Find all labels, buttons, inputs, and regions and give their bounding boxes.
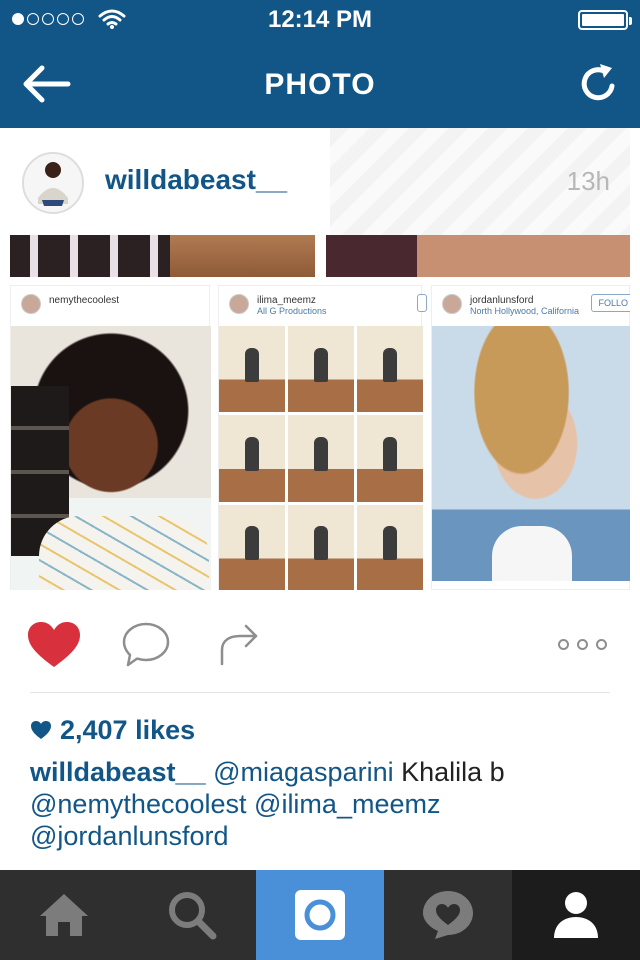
collage-panel-header: jordanlunsford North Hollywood, Californ… <box>432 286 630 326</box>
collage-subtitle: North Hollywood, California <box>470 306 580 316</box>
more-dot-icon <box>577 638 588 650</box>
dance-grid-image <box>219 326 423 590</box>
share-arrow-icon <box>220 624 258 666</box>
post-timestamp: 13h <box>566 166 610 196</box>
mini-avatar <box>442 294 462 314</box>
post-username[interactable]: willdabeast__ <box>105 164 287 196</box>
mini-avatar <box>21 294 41 314</box>
photo-screen: 12:14 PM PHOTO willdabeast__ 13h nemythe… <box>0 0 640 960</box>
tab-search[interactable] <box>128 870 256 960</box>
photo-strip-right <box>326 235 630 277</box>
person-avatar-image <box>24 154 82 212</box>
refresh-icon <box>581 64 615 101</box>
battery-icon <box>578 10 632 30</box>
avatar[interactable] <box>22 152 84 214</box>
post-photo[interactable]: nemythecoolest ilima_meemz All G Product… <box>10 235 630 590</box>
shirt-pattern <box>39 516 209 590</box>
divider <box>30 692 610 693</box>
tab-bar <box>0 870 640 960</box>
collage-panel: ilima_meemz All G Productions <box>218 285 427 590</box>
page-title: PHOTO <box>264 68 376 101</box>
collage-follow-button: FOLLO <box>591 294 630 312</box>
collage-panel-header: ilima_meemz All G Productions <box>219 286 427 326</box>
collage-subtitle: All G Productions <box>257 306 327 316</box>
collage-panel: nemythecoolest <box>10 285 211 590</box>
top-bar: 12:14 PM PHOTO <box>0 0 640 128</box>
caption-mention[interactable]: @jordanlunsford <box>30 821 229 851</box>
post-header: willdabeast__ 13h <box>10 128 630 235</box>
status-bar: 12:14 PM <box>0 0 640 40</box>
nav-bar: PHOTO <box>0 40 640 128</box>
photo-strip-left <box>10 235 315 277</box>
collage-follow-button <box>417 294 427 312</box>
mini-avatar <box>229 294 249 314</box>
portrait-image <box>432 326 630 581</box>
collage-panel-header: nemythecoolest <box>11 286 209 326</box>
post-actions <box>0 610 640 690</box>
more-dot-icon <box>558 638 569 650</box>
likes-heart-icon <box>31 721 51 739</box>
activity-heart-icon <box>423 891 473 939</box>
share-button[interactable] <box>216 620 262 666</box>
collage-panel: jordanlunsford North Hollywood, Californ… <box>431 285 630 590</box>
home-icon <box>40 894 88 936</box>
tab-home[interactable] <box>0 870 128 960</box>
tab-profile[interactable] <box>512 870 640 960</box>
post-caption: willdabeast__ @miagasparini Khalila b @n… <box>30 756 620 852</box>
refresh-button[interactable] <box>574 60 622 108</box>
like-button[interactable] <box>26 620 82 670</box>
tab-activity[interactable] <box>384 870 512 960</box>
likes-count: 2,407 likes <box>60 714 196 745</box>
caption-mention[interactable]: @nemythecoolest <box>30 789 247 819</box>
more-dot-icon <box>596 638 607 650</box>
portrait-image <box>11 326 211 590</box>
likes-row[interactable]: 2,407 likes <box>30 712 195 748</box>
collage-username: nemythecoolest <box>49 295 120 306</box>
comment-button[interactable] <box>120 620 172 670</box>
collage-username: ilima_meemz <box>257 295 316 306</box>
tab-camera[interactable] <box>256 870 384 960</box>
more-options-button[interactable] <box>558 634 610 654</box>
comment-bubble-icon <box>122 622 170 667</box>
caption-mention[interactable]: @miagasparini <box>213 757 393 787</box>
search-icon <box>169 892 217 940</box>
profile-icon <box>554 892 598 938</box>
tshirt <box>492 526 572 581</box>
caption-username[interactable]: willdabeast__ <box>30 757 206 787</box>
heart-filled-icon <box>28 622 80 667</box>
caption-text: Khalila b <box>393 757 505 787</box>
camera-icon <box>295 890 345 940</box>
collage-username: jordanlunsford <box>470 295 534 306</box>
status-time: 12:14 PM <box>267 6 373 33</box>
caption-mention[interactable]: @ilima_meemz <box>254 789 440 819</box>
